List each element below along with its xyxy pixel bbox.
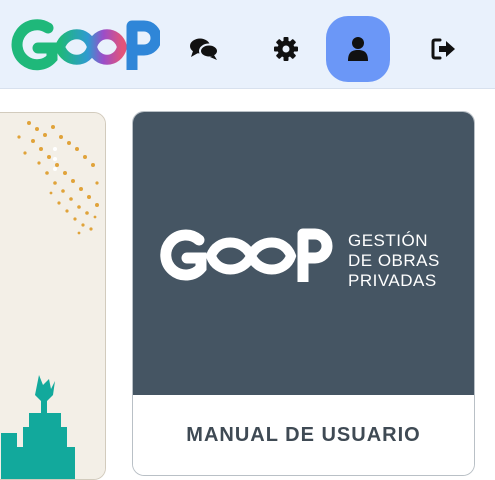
settings-button[interactable] — [254, 16, 318, 82]
manual-cover: GESTIÓN DE OBRAS PRIVADAS — [133, 112, 474, 395]
user-icon — [348, 37, 368, 61]
more-options-icon[interactable] — [51, 147, 59, 171]
profile-button[interactable] — [326, 16, 390, 82]
logout-icon — [431, 38, 455, 60]
user-manual-card[interactable]: GESTIÓN DE OBRAS PRIVADAS MANUAL DE USUA… — [132, 111, 475, 476]
manual-card-footer: MANUAL DE USUARIO — [133, 395, 474, 475]
logout-button[interactable] — [412, 16, 476, 82]
brand-tagline: GESTIÓN DE OBRAS PRIVADAS — [348, 231, 440, 291]
top-navigation-bar — [0, 0, 495, 89]
manual-card-title: MANUAL DE USUARIO — [186, 423, 421, 446]
brand-line-1: GESTIÓN — [348, 231, 429, 250]
partial-card[interactable] — [0, 112, 106, 480]
brand-line-3: PRIVADAS — [348, 271, 437, 290]
gear-icon — [274, 37, 298, 61]
chat-button[interactable] — [172, 16, 236, 82]
gop-logo[interactable] — [8, 18, 160, 76]
gop-brand-logo — [160, 228, 333, 282]
chat-icon — [190, 38, 219, 60]
brand-line-2: DE OBRAS — [348, 251, 440, 270]
